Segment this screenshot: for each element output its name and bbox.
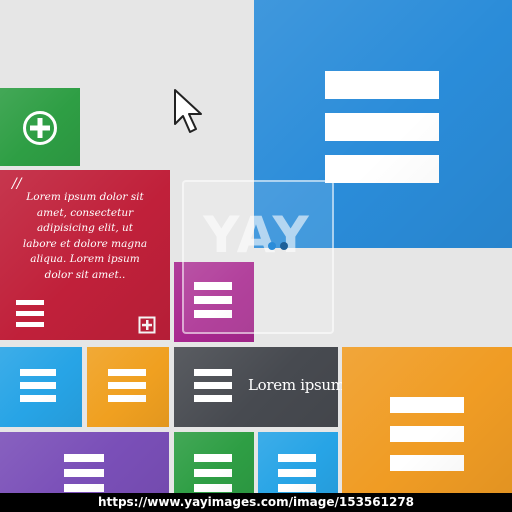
menu-icon	[194, 369, 232, 403]
plus-square-icon[interactable]	[138, 316, 156, 334]
lorem-caption: Lorem ipsum	[248, 376, 345, 394]
menu-icon	[16, 300, 44, 328]
quote-mark: //	[12, 176, 22, 192]
text-line: dolor sit amet..	[44, 268, 126, 281]
plus-circle-icon	[23, 111, 57, 145]
text-line: amet, consectetur	[36, 206, 134, 219]
text-line: labore et dolore magna	[22, 237, 148, 250]
tile-green-bottom[interactable]	[174, 432, 254, 502]
menu-icon	[108, 369, 146, 403]
menu-icon	[64, 454, 104, 494]
tile-red-text[interactable]: // Lorem ipsum dolor sit amet, consectet…	[0, 170, 170, 340]
text-line: aliqua. Lorem ipsum	[30, 253, 140, 265]
menu-icon	[325, 71, 439, 183]
lorem-paragraph: // Lorem ipsum dolor sit amet, consectet…	[10, 176, 160, 283]
tile-green-add[interactable]	[0, 88, 80, 166]
menu-icon	[390, 397, 464, 471]
menu-icon	[278, 454, 316, 494]
mouse-pointer-icon	[174, 89, 202, 133]
menu-icon	[194, 454, 232, 494]
menu-icon	[20, 369, 56, 403]
footer-url: https://www.yayimages.com/image/15356127…	[0, 493, 512, 512]
text-line: adipisicing elit, ut	[36, 222, 134, 234]
tile-orange[interactable]	[87, 347, 169, 427]
watermark-dots	[268, 242, 288, 250]
watermark-logo: YAY	[203, 206, 311, 264]
tile-purple[interactable]	[0, 432, 169, 502]
text-line: Lorem ipsum dolor sit	[26, 191, 144, 203]
tile-big-orange[interactable]	[342, 347, 512, 497]
tile-light-blue[interactable]	[0, 347, 82, 427]
tile-blue-bottom[interactable]	[258, 432, 338, 502]
